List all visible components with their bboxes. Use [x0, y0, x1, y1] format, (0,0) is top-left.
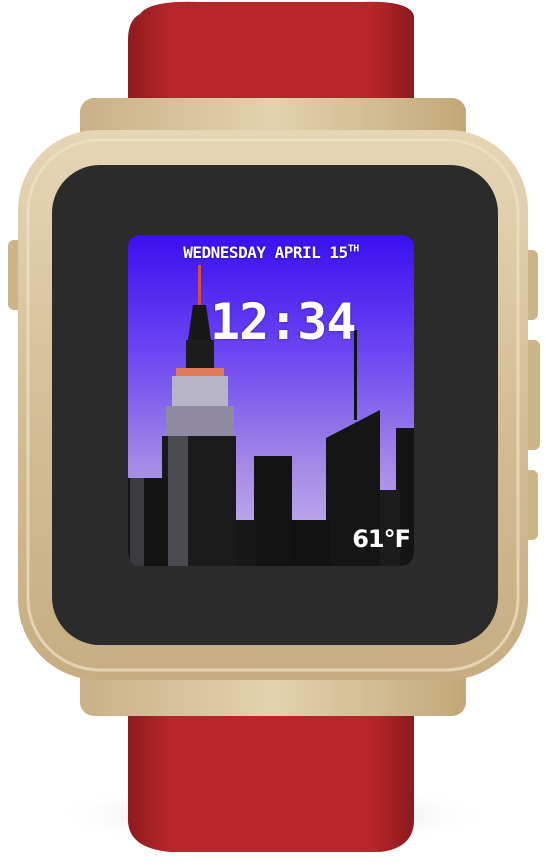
- month-text: APRIL: [274, 243, 321, 262]
- date-label: WEDNESDAY APRIL 15TH: [128, 243, 414, 262]
- weekday-text: WEDNESDAY: [183, 243, 266, 262]
- temperature-display: 61°F: [352, 525, 411, 553]
- pebble-watch: WEDNESDAY APRIL 15TH 12:34 61°F: [0, 0, 546, 864]
- day-suffix-text: TH: [347, 243, 360, 255]
- day-text: 15: [329, 243, 348, 262]
- time-display: 12:34: [210, 293, 357, 351]
- watch-screen: WEDNESDAY APRIL 15TH 12:34 61°F: [128, 235, 414, 566]
